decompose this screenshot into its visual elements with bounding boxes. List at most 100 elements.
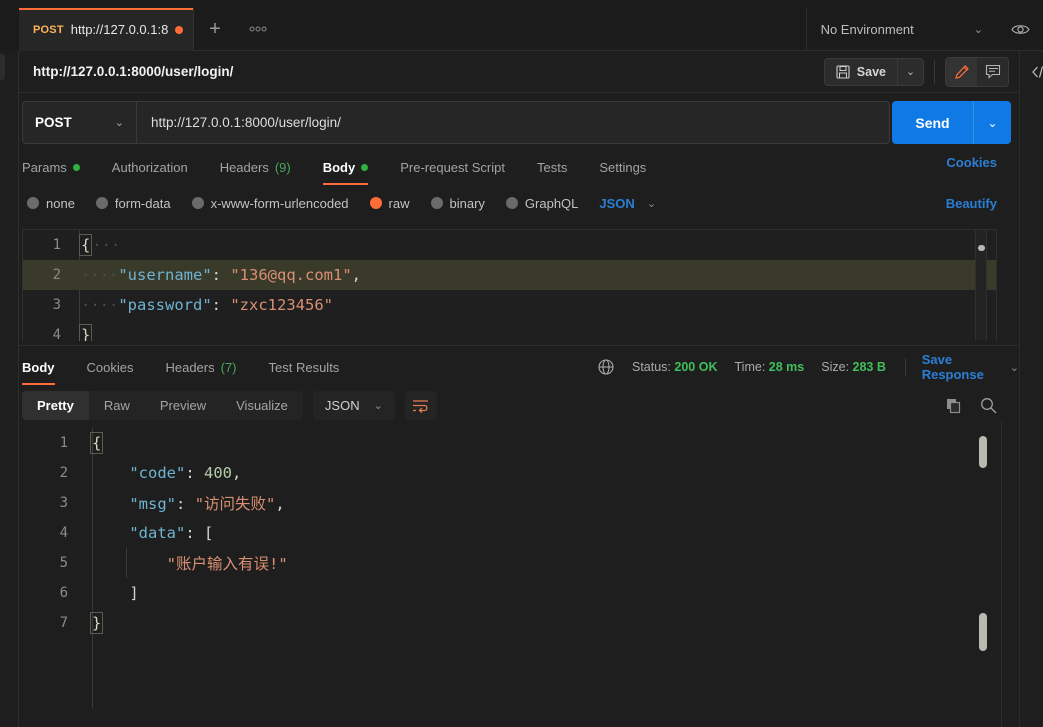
line-number: 2 — [59, 465, 68, 481]
edit-request-button[interactable] — [946, 57, 977, 86]
body-format-label: JSON — [599, 195, 635, 211]
request-title: http://127.0.0.1:8000/user/login/ — [33, 64, 234, 79]
postman-window: POST http://127.0.0.1:8000/u + No Enviro… — [0, 0, 1043, 727]
body-format-select[interactable]: JSON ⌄ — [599, 196, 656, 211]
cookies-link[interactable]: Cookies — [946, 155, 997, 170]
send-button[interactable]: Send — [892, 101, 973, 144]
tab-options-button[interactable] — [236, 8, 280, 50]
request-tab-active[interactable]: POST http://127.0.0.1:8000/u — [19, 8, 194, 51]
network-info-button[interactable] — [598, 359, 614, 375]
tab-tests[interactable]: Tests — [537, 153, 580, 181]
response-editor-line: 2 "code": 400, — [22, 458, 975, 488]
json-value: "136@qq.com1" — [230, 266, 352, 284]
tab-settings[interactable]: Settings — [599, 153, 659, 181]
response-body-editor[interactable]: 1 { 2 "code": 400, 3 "msg": "访问失败", 4 "d… — [22, 428, 975, 708]
body-type-none[interactable]: none — [27, 196, 75, 211]
copy-response-button[interactable] — [946, 398, 962, 414]
request-body-editor[interactable]: 1 {··· 2 ····"username": "136@qq.com1", … — [22, 229, 997, 341]
json-space-dot — [221, 266, 230, 284]
unsaved-changes-dot-icon — [175, 25, 183, 34]
word-wrap-button[interactable] — [404, 391, 437, 420]
line-number: 1 — [59, 435, 68, 451]
body-type-binary[interactable]: binary — [430, 195, 485, 211]
response-tab-headers[interactable]: Headers (7) — [165, 353, 249, 381]
response-section-tabs: Body Cookies Headers (7) Test Results — [22, 353, 582, 385]
response-editor-line: 3 "msg": "访问失败", — [22, 488, 975, 518]
tab-headers[interactable]: Headers (9) — [220, 153, 304, 181]
radio-icon — [430, 197, 443, 209]
body-type-form-data[interactable]: form-data — [95, 196, 171, 211]
status-code-info: Status: 200 OK — [632, 360, 718, 374]
scrollbar-thumb-top[interactable] — [979, 436, 987, 468]
response-tab-cookies[interactable]: Cookies — [87, 353, 147, 381]
sidebar-collapse-handle[interactable] — [0, 54, 5, 80]
tab-headers-label: Headers — [219, 159, 269, 175]
request-editor-line: 1 {··· — [23, 230, 996, 260]
line-number: 4 — [52, 327, 61, 341]
tab-pre-request-script[interactable]: Pre-request Script — [400, 153, 518, 181]
save-options-button[interactable]: ⌄ — [897, 57, 924, 86]
environment-quick-look-button[interactable] — [997, 8, 1043, 51]
scrollbar-thumb[interactable] — [978, 245, 985, 251]
tab-body[interactable]: Body — [322, 153, 382, 185]
environment-selector[interactable]: No Environment ⌄ — [807, 8, 997, 51]
search-response-button[interactable] — [980, 397, 997, 414]
response-editor-scrollbar[interactable] — [977, 428, 989, 656]
scrollbar-thumb-bottom[interactable] — [979, 613, 987, 651]
code-snippet-button[interactable] — [1020, 51, 1043, 93]
body-type-graphql[interactable]: GraphQL — [505, 196, 578, 211]
tab-params[interactable]: Params — [22, 153, 93, 181]
response-view-raw[interactable]: Raw — [89, 391, 145, 420]
tab-url-label: http://127.0.0.1:8000/u — [70, 22, 168, 37]
tab-authorization-label: Authorization — [111, 159, 188, 175]
request-header-actions: Save ⌄ — [823, 56, 1019, 87]
request-editor-right-border — [986, 229, 987, 341]
response-view-preview[interactable]: Preview — [145, 391, 221, 420]
save-button-label: Save — [856, 64, 886, 79]
save-response-caret-icon[interactable]: ⌄ — [1010, 361, 1019, 374]
right-sidebar-rail — [1019, 51, 1043, 727]
request-editor-scrollbar[interactable] — [975, 230, 986, 340]
request-editor-line: 3 ····"password": "zxc123456" — [23, 290, 996, 320]
json-comma: , — [232, 464, 242, 482]
json-value: "访问失败" — [194, 495, 276, 513]
tab-settings-label: Settings — [599, 159, 647, 175]
line-number: 3 — [59, 495, 68, 511]
url-input[interactable]: http://127.0.0.1:8000/user/login/ — [137, 102, 889, 143]
response-time-info: Time: 28 ms — [735, 360, 805, 374]
json-comma: , — [275, 495, 285, 513]
request-editor-line: 4 } — [23, 320, 996, 341]
response-format-select[interactable]: JSON ⌄ — [312, 391, 395, 420]
response-editor-line: 4 "data": [ — [22, 518, 975, 548]
json-colon: : — [176, 495, 186, 513]
json-open-bracket: [ — [204, 524, 214, 542]
response-indent-guide — [126, 548, 127, 578]
http-method-select[interactable]: POST ⌄ — [23, 102, 137, 143]
response-tab-test-results[interactable]: Test Results — [269, 353, 353, 381]
response-tab-body-label: Body — [22, 359, 55, 375]
json-number: 400 — [204, 464, 233, 482]
body-type-x-www-form-urlencoded[interactable]: x-www-form-urlencoded — [191, 196, 349, 211]
beautify-button[interactable]: Beautify — [946, 196, 997, 211]
save-response-button[interactable]: Save Response — [922, 352, 1001, 382]
search-icon — [981, 398, 997, 414]
response-view-visualize[interactable]: Visualize — [221, 391, 303, 420]
http-method-label: POST — [35, 115, 72, 130]
body-type-raw[interactable]: raw — [369, 196, 410, 211]
body-type-binary-label: binary — [449, 195, 485, 211]
tab-authorization[interactable]: Authorization — [112, 153, 201, 181]
size-label: Size: — [821, 360, 850, 374]
response-section-divider — [19, 345, 1019, 346]
save-button[interactable]: Save — [823, 57, 897, 86]
new-tab-button[interactable]: + — [194, 8, 236, 50]
response-view-pretty[interactable]: Pretty — [22, 391, 89, 420]
indent-dots: ···· — [81, 266, 119, 284]
response-toolbar-actions — [946, 397, 997, 414]
status-divider — [904, 358, 906, 376]
line-number: 7 — [59, 615, 68, 631]
comment-button[interactable] — [977, 58, 1008, 86]
response-tab-body[interactable]: Body — [22, 353, 68, 385]
send-options-button[interactable]: ⌄ — [973, 101, 1011, 144]
json-key: "msg" — [129, 495, 176, 513]
